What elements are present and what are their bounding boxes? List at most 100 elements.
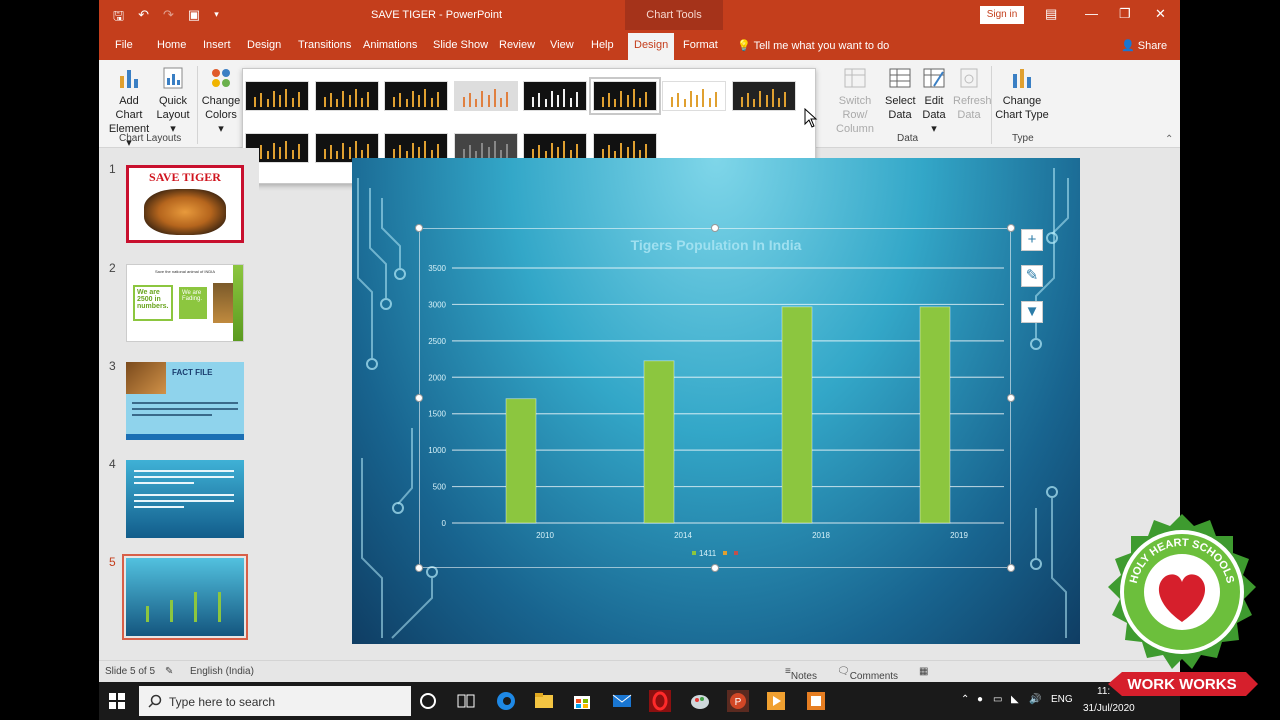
edge-browser-icon[interactable] bbox=[495, 690, 517, 712]
resize-handle[interactable] bbox=[711, 224, 719, 232]
resize-handle[interactable] bbox=[415, 394, 423, 402]
switch-row-column-button[interactable]: Switch Row/Column bbox=[827, 66, 883, 136]
customize-qat-icon[interactable]: ▾ bbox=[214, 7, 219, 29]
language-indicator[interactable]: English (India) bbox=[190, 666, 254, 677]
slide-number: 1 bbox=[109, 162, 116, 176]
microphone-icon[interactable]: ● bbox=[977, 694, 983, 705]
switch-row-column-icon bbox=[844, 68, 866, 88]
slide-thumbnail-4[interactable] bbox=[126, 460, 244, 538]
change-chart-type-line2: Chart Type bbox=[995, 109, 1049, 121]
tell-me-search[interactable]: 💡 Tell me what you want to do bbox=[737, 39, 889, 52]
ribbon-tabs: File Home Insert Design Transitions Anim… bbox=[99, 30, 1180, 60]
app-icon[interactable] bbox=[805, 690, 827, 712]
collapse-ribbon-icon[interactable]: ⌃ bbox=[1165, 134, 1173, 145]
opera-icon[interactable] bbox=[649, 690, 671, 712]
volume-icon[interactable]: 🔊 bbox=[1029, 694, 1041, 705]
tab-review[interactable]: Review bbox=[499, 39, 535, 51]
save-icon[interactable]: 🖫 bbox=[113, 7, 124, 29]
resize-handle[interactable] bbox=[1007, 564, 1015, 572]
file-explorer-icon[interactable] bbox=[533, 690, 555, 712]
mail-icon[interactable] bbox=[611, 690, 633, 712]
media-player-icon[interactable] bbox=[765, 690, 787, 712]
battery-icon[interactable]: ▭ bbox=[993, 694, 1002, 705]
paint-icon[interactable] bbox=[689, 690, 711, 712]
chart-object[interactable]: Tigers Population In India 0 500 1000 1500 20… bbox=[419, 228, 1011, 568]
resize-handle[interactable] bbox=[1007, 224, 1015, 232]
quick-layout-button[interactable]: Quick Layout ▾ bbox=[155, 66, 191, 136]
minimize-icon[interactable]: — bbox=[1085, 6, 1098, 21]
select-data-button[interactable]: Select Data bbox=[885, 66, 916, 122]
chart-style-thumbnail[interactable] bbox=[245, 81, 309, 111]
tab-chart-format[interactable]: Format bbox=[683, 39, 718, 51]
tray-overflow-icon[interactable]: ⌃ bbox=[961, 694, 969, 705]
change-colors-button[interactable]: Change Colors ▾ bbox=[201, 66, 241, 136]
edit-data-line1: Edit bbox=[924, 95, 944, 107]
chart-style-thumbnail[interactable] bbox=[662, 81, 726, 111]
title-bar: 🖫 ↶ ↷ ▣ ▾ SAVE TIGER - PowerPoint Chart … bbox=[99, 0, 1180, 30]
y-tick-label: 500 bbox=[433, 483, 447, 492]
tab-animations[interactable]: Animations bbox=[363, 39, 417, 51]
sign-in-button[interactable]: Sign in bbox=[980, 6, 1024, 24]
x-tick-label: 2018 bbox=[812, 531, 830, 540]
refresh-data-button[interactable]: Refresh Data bbox=[953, 66, 992, 122]
input-language[interactable]: ENG bbox=[1051, 694, 1073, 705]
task-view-icon[interactable] bbox=[455, 690, 477, 712]
spelling-icon[interactable]: ✎ bbox=[165, 666, 173, 677]
resize-handle[interactable] bbox=[415, 224, 423, 232]
tab-transitions[interactable]: Transitions bbox=[298, 39, 351, 51]
normal-view-icon[interactable]: ▦ bbox=[919, 666, 928, 677]
resize-handle[interactable] bbox=[711, 564, 719, 572]
resize-handle[interactable] bbox=[1007, 394, 1015, 402]
slide-thumbnail-5[interactable] bbox=[122, 554, 248, 640]
tab-help[interactable]: Help bbox=[591, 39, 614, 51]
slide-counter: Slide 5 of 5 bbox=[105, 666, 156, 677]
tab-slide-show[interactable]: Slide Show bbox=[433, 39, 488, 51]
tab-file[interactable]: File bbox=[115, 39, 133, 51]
tab-home[interactable]: Home bbox=[157, 39, 186, 51]
windows-start-icon[interactable] bbox=[109, 693, 125, 709]
slide-thumbnail-3[interactable]: FACT FILE bbox=[126, 362, 244, 440]
tell-me-label: Tell me what you want to do bbox=[753, 40, 890, 52]
close-icon[interactable]: ✕ bbox=[1155, 6, 1166, 22]
chart-bar bbox=[919, 306, 951, 524]
chart-filters-funnel-icon[interactable]: ▼ bbox=[1021, 301, 1043, 323]
slide-3-title: FACT FILE bbox=[172, 368, 213, 377]
taskbar-search-box[interactable]: Type here to search bbox=[139, 686, 411, 716]
chart-style-thumbnail[interactable] bbox=[314, 81, 379, 111]
comments-button[interactable]: 🗨 Comments bbox=[837, 666, 898, 682]
chart-style-thumbnail[interactable] bbox=[523, 81, 587, 111]
slide-thumbnail-2[interactable]: Save the national animal of INDIA We are… bbox=[126, 264, 244, 342]
store-icon[interactable] bbox=[571, 690, 593, 712]
tab-chart-design[interactable]: Design bbox=[628, 33, 675, 60]
chart-style-thumbnail[interactable] bbox=[453, 81, 518, 111]
redo-icon[interactable]: ↷ bbox=[163, 7, 174, 29]
chart-elements-plus-icon[interactable]: + bbox=[1021, 229, 1043, 251]
chart-style-thumbnail[interactable] bbox=[384, 81, 448, 111]
restore-icon[interactable]: ❐ bbox=[1119, 6, 1131, 22]
refresh-data-line1: Refresh bbox=[953, 95, 992, 107]
ribbon-display-options-icon[interactable]: ▤ bbox=[1045, 6, 1057, 22]
resize-handle[interactable] bbox=[415, 564, 423, 572]
change-chart-type-button[interactable]: Change Chart Type bbox=[995, 66, 1049, 122]
tab-insert[interactable]: Insert bbox=[203, 39, 231, 51]
slide-thumbnail-1[interactable]: SAVE TIGER bbox=[126, 165, 244, 243]
undo-icon[interactable]: ↶ bbox=[138, 7, 149, 29]
share-button[interactable]: 👤 Share bbox=[1121, 39, 1167, 52]
network-icon[interactable]: ◣ bbox=[1011, 694, 1019, 705]
tab-view[interactable]: View bbox=[550, 39, 574, 51]
slide-2-box1: We are 2500 in numbers. bbox=[133, 285, 173, 321]
chart-styles-brush-icon[interactable]: ✎ bbox=[1021, 265, 1043, 287]
chart-style-thumbnail[interactable] bbox=[588, 77, 661, 115]
start-from-beginning-icon[interactable]: ▣ bbox=[188, 7, 200, 29]
windows-taskbar: Type here to search P ⌃ ● ▭ ◣ 🔊 ENG 11: … bbox=[99, 682, 1180, 720]
powerpoint-taskbar-icon[interactable]: P bbox=[727, 690, 749, 712]
ribbon-separator bbox=[197, 66, 198, 144]
tab-design[interactable]: Design bbox=[247, 39, 281, 51]
notes-button[interactable]: ≡ Notes bbox=[785, 666, 817, 682]
add-chart-element-icon bbox=[120, 70, 138, 88]
chart-style-thumbnail[interactable] bbox=[731, 81, 796, 111]
edit-data-button[interactable]: Edit Data ▾ bbox=[919, 66, 949, 136]
slide-canvas[interactable]: Tigers Population In India 0 500 1000 1500 20… bbox=[352, 158, 1080, 644]
y-tick-label: 1500 bbox=[428, 410, 446, 419]
cortana-icon[interactable] bbox=[417, 690, 439, 712]
